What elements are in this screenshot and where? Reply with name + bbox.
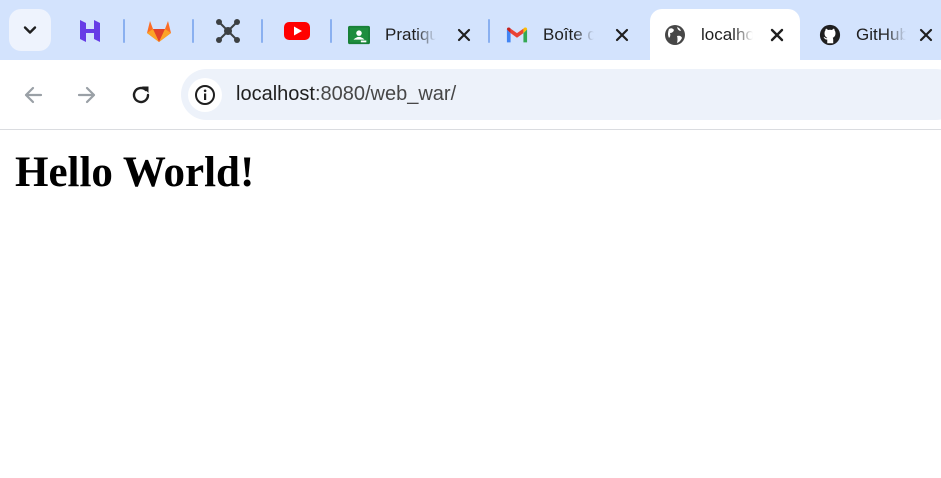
tab-pratique[interactable]: Pratique <box>348 9 476 60</box>
gitlab-icon <box>147 21 171 42</box>
tab-title: Boîte de réception <box>543 24 595 44</box>
tab-title: localhost <box>701 24 753 44</box>
url-host: localhost <box>236 83 315 105</box>
tab-close-button[interactable] <box>452 23 476 47</box>
tab-localhost[interactable]: localhost <box>650 9 800 60</box>
youtube-icon <box>284 22 310 40</box>
tab-close-button[interactable] <box>610 23 634 47</box>
close-icon <box>919 28 933 41</box>
forward-button[interactable] <box>69 77 105 113</box>
graph-nodes-icon <box>216 19 240 43</box>
pinned-tab-hostinger[interactable] <box>73 14 107 48</box>
tab-title: GitHub <box>856 24 906 44</box>
tab-title: Pratique <box>385 24 437 44</box>
info-icon <box>195 85 215 105</box>
tab-strip: Pratique Boîte de réception <box>0 0 941 60</box>
tab-separator <box>192 19 194 43</box>
tab-close-button[interactable] <box>765 23 789 47</box>
back-button[interactable] <box>15 77 51 113</box>
close-icon <box>458 28 471 41</box>
tab-gmail[interactable]: Boîte de réception <box>506 9 634 60</box>
url-path: :8080/web_war/ <box>314 83 457 105</box>
reload-icon <box>132 86 150 104</box>
site-info-button[interactable] <box>188 78 222 112</box>
github-icon <box>819 24 841 46</box>
reload-button[interactable] <box>123 77 159 113</box>
url-text[interactable]: localhost:8080/web_war/ <box>236 83 456 106</box>
google-classroom-icon <box>348 24 370 46</box>
page-heading: Hello World! <box>15 149 255 196</box>
page-content: Hello World! <box>0 130 941 478</box>
close-icon <box>770 28 784 41</box>
tab-separator <box>330 19 332 43</box>
tab-separator <box>123 19 125 43</box>
pinned-tab-graph[interactable] <box>211 14 245 48</box>
globe-icon <box>664 24 686 46</box>
tab-search-button[interactable] <box>9 9 51 51</box>
tab-separator <box>488 19 490 43</box>
back-arrow-icon <box>24 86 43 104</box>
tab-separator <box>261 19 263 43</box>
hostinger-icon <box>80 20 100 42</box>
pinned-tab-gitlab[interactable] <box>142 14 176 48</box>
gmail-icon <box>506 24 528 46</box>
pinned-tab-youtube[interactable] <box>280 14 314 48</box>
close-icon <box>616 28 629 41</box>
browser-toolbar: localhost:8080/web_war/ <box>0 60 941 130</box>
tab-close-button[interactable] <box>914 23 938 47</box>
address-bar[interactable]: localhost:8080/web_war/ <box>181 69 941 120</box>
tab-github[interactable]: GitHub <box>819 9 941 60</box>
forward-arrow-icon <box>77 86 96 104</box>
chevron-down-icon <box>23 26 37 34</box>
